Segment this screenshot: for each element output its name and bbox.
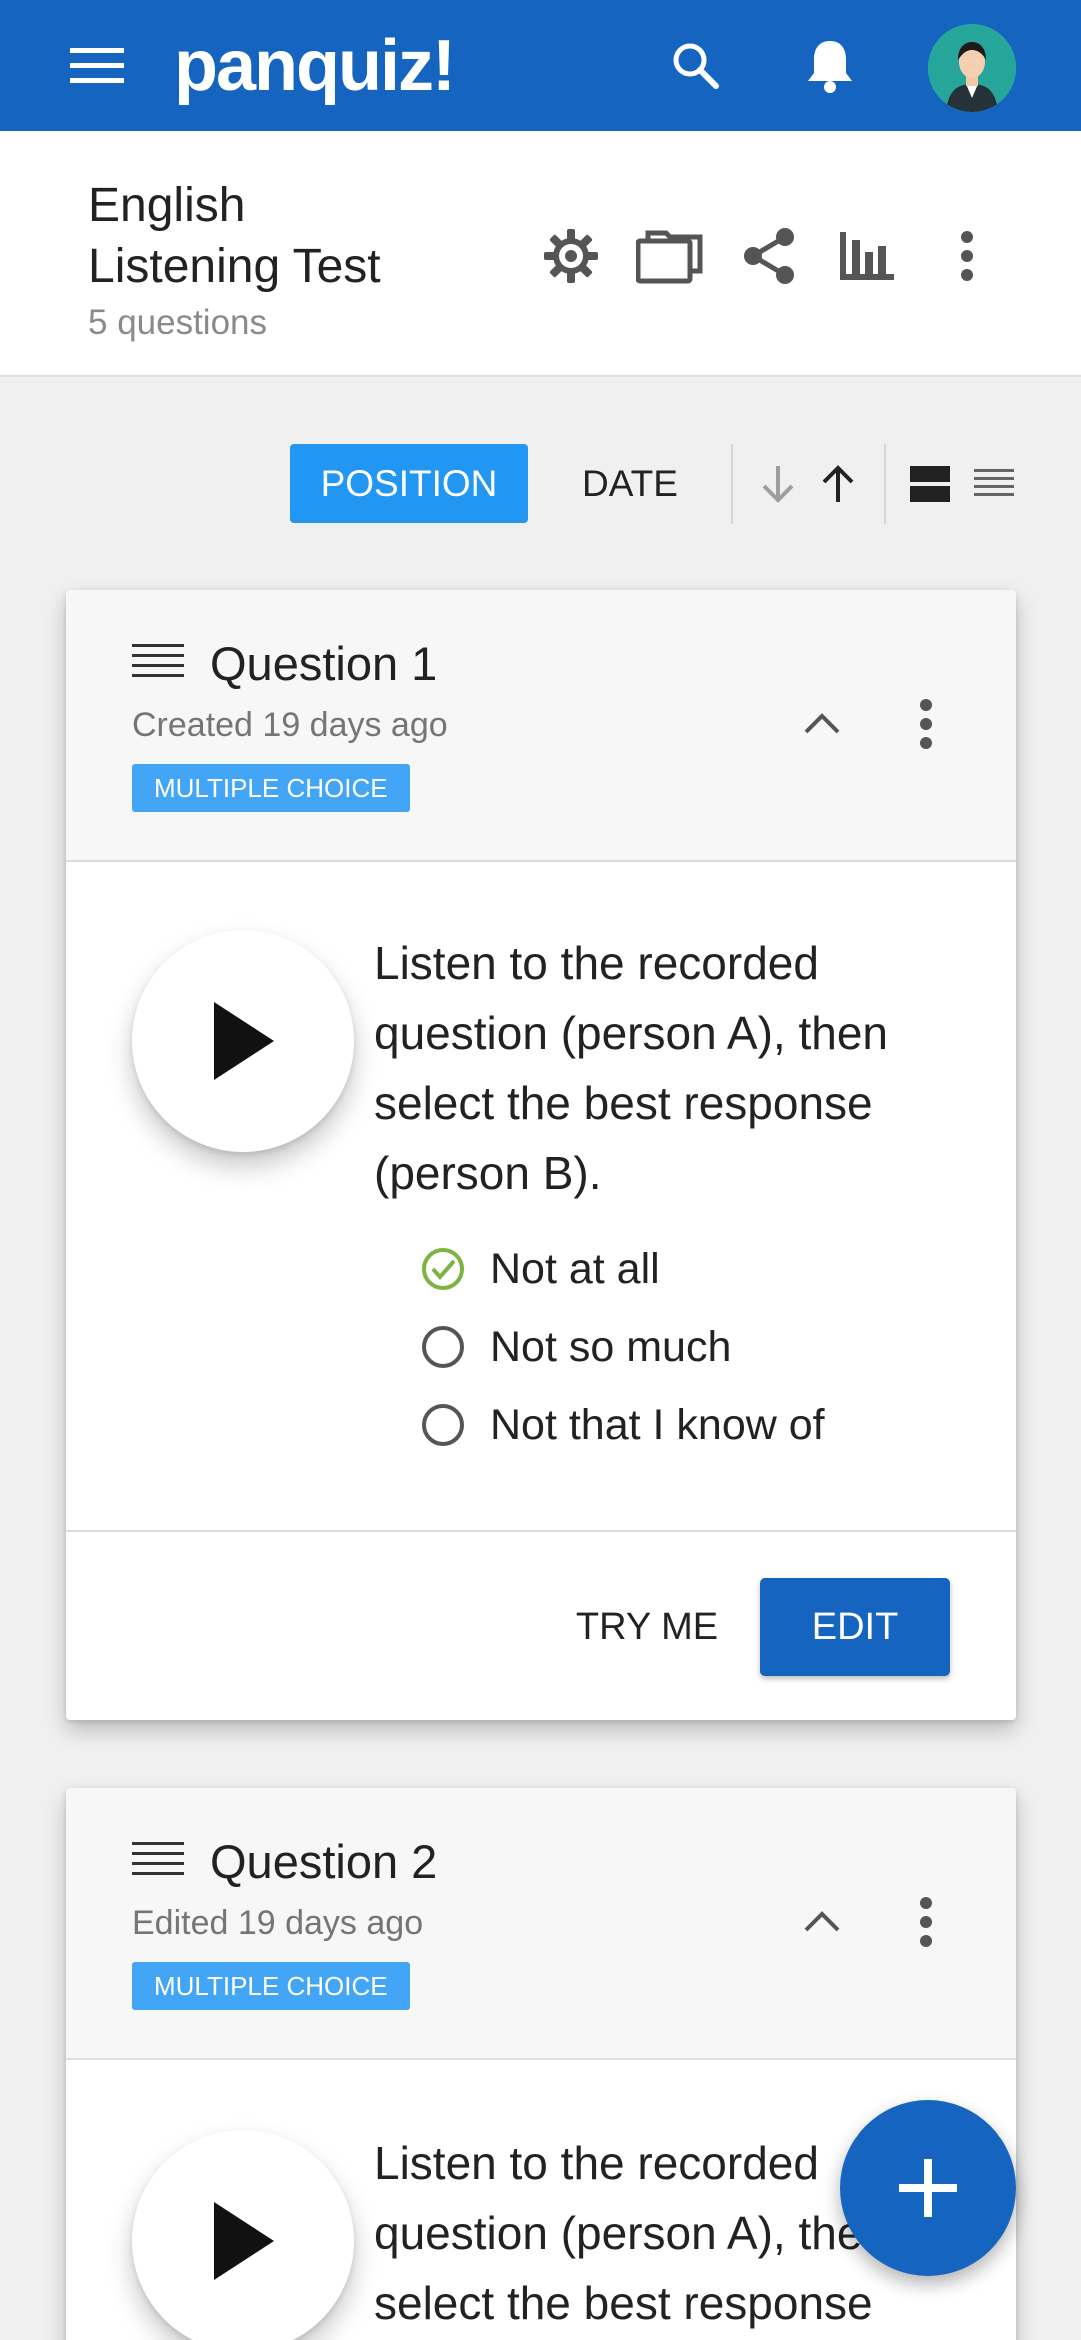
question-card-header: Question 2 Edited 19 days ago MULTIPLE C…	[66, 1788, 1016, 2060]
folder-icon[interactable]	[635, 221, 705, 291]
question-card-header: Question 1 Created 19 days ago MULTIPLE …	[66, 590, 1016, 862]
answer-option: Not so much	[420, 1316, 731, 1378]
answer-option-label: Not so much	[490, 1322, 732, 1371]
question-card: Question 1 Created 19 days ago MULTIPLE …	[66, 590, 1016, 1720]
try-me-button[interactable]: TRY ME	[552, 1578, 742, 1676]
question-meta: Created 19 days ago	[132, 706, 448, 744]
divider	[884, 444, 886, 524]
play-button[interactable]	[132, 930, 354, 1152]
arrow-up-icon[interactable]	[806, 452, 870, 516]
gear-icon[interactable]	[536, 221, 606, 291]
quiz-header: English Listening Test 5 questions	[0, 131, 1081, 377]
answer-option: Not at all	[420, 1238, 660, 1300]
sort-date-button[interactable]: DATE	[560, 444, 700, 523]
play-icon	[214, 2202, 274, 2280]
more-vert-icon[interactable]	[896, 690, 956, 758]
add-question-button[interactable]	[840, 2100, 1016, 2276]
more-vert-icon[interactable]	[896, 1888, 956, 1956]
chart-icon[interactable]	[832, 221, 902, 291]
chevron-up-icon[interactable]	[794, 1894, 850, 1950]
edit-button[interactable]: EDIT	[760, 1578, 950, 1676]
answer-option-label: Not at all	[490, 1244, 660, 1293]
play-icon	[214, 1002, 274, 1080]
page-title: English Listening Test	[88, 179, 381, 293]
question-card-actions: TRY ME EDIT	[66, 1530, 1016, 1720]
search-icon[interactable]	[666, 36, 726, 96]
avatar[interactable]	[928, 24, 1016, 112]
menu-icon[interactable]	[66, 42, 128, 90]
arrow-down-icon[interactable]	[746, 452, 810, 516]
radio-unchecked-icon	[420, 1402, 466, 1448]
app-logo: panquiz!	[174, 26, 456, 106]
lines-icon	[132, 642, 184, 687]
plus-icon	[899, 2159, 957, 2217]
check-circle-icon	[420, 1246, 466, 1292]
question-type-badge: MULTIPLE CHOICE	[132, 764, 410, 812]
chevron-up-icon[interactable]	[794, 696, 850, 752]
question-type-badge: MULTIPLE CHOICE	[132, 1962, 410, 2010]
play-button[interactable]	[132, 2130, 354, 2340]
app-bar: panquiz!	[0, 0, 1081, 131]
bell-icon[interactable]	[800, 34, 860, 98]
radio-unchecked-icon	[420, 1324, 466, 1370]
sort-position-button[interactable]: POSITION	[290, 444, 528, 523]
question-title: Question 2	[210, 1835, 438, 1888]
question-text: Listen to the recorded question (person …	[374, 937, 888, 1199]
share-icon[interactable]	[734, 221, 804, 291]
question-meta: Edited 19 days ago	[132, 1904, 424, 1942]
view-cards-icon[interactable]	[898, 452, 962, 516]
answer-option: Not that I know of	[420, 1394, 825, 1456]
lines-icon	[132, 1840, 184, 1885]
more-vert-icon[interactable]	[932, 221, 1002, 291]
question-count: 5 questions	[88, 303, 268, 342]
divider	[731, 444, 733, 524]
question-title: Question 1	[210, 637, 438, 690]
answer-option-label: Not that I know of	[490, 1400, 825, 1449]
view-list-icon[interactable]	[962, 452, 1026, 516]
